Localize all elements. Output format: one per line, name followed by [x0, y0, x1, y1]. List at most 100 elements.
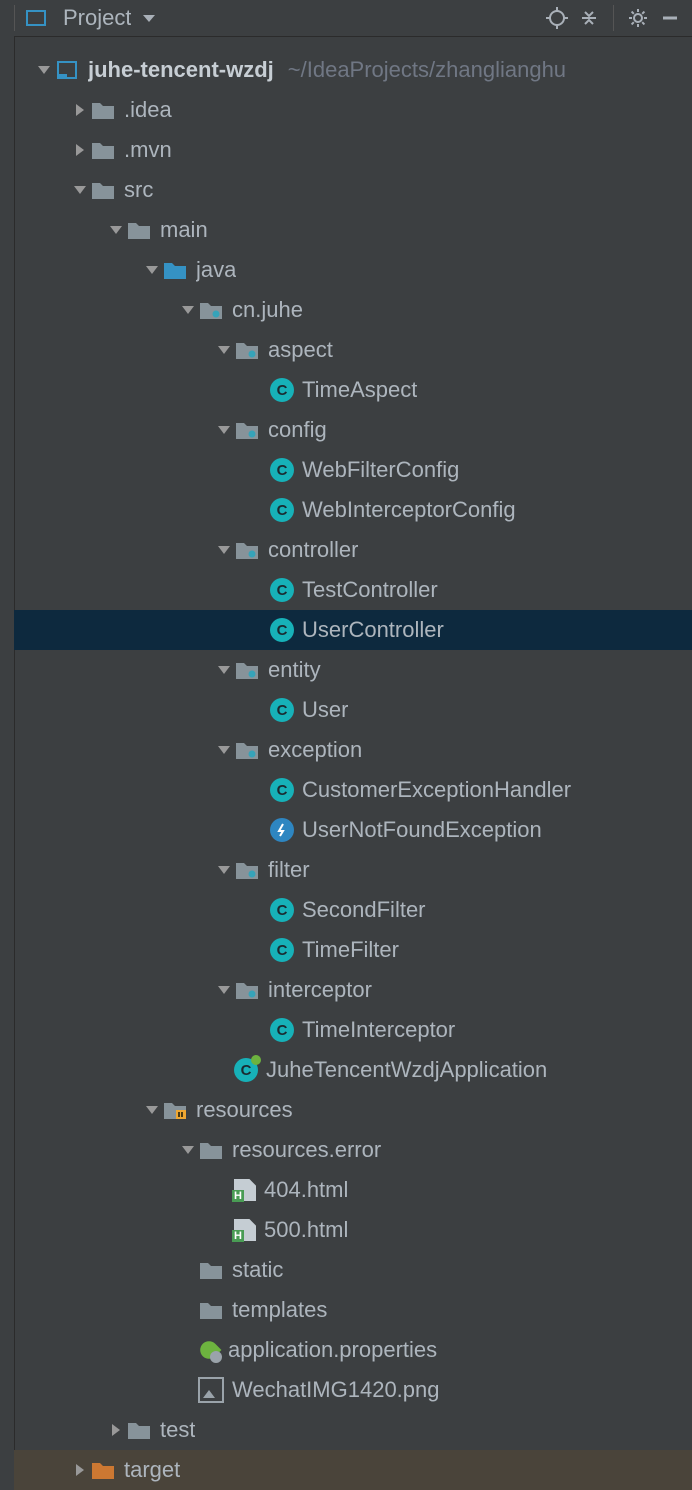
class-icon: C [270, 378, 294, 402]
tree-item-label: src [124, 177, 153, 203]
tree-item-label: main [160, 217, 208, 243]
expand-arrow-icon[interactable] [214, 986, 234, 994]
expand-arrow-icon[interactable] [142, 1106, 162, 1114]
folder-icon [198, 1137, 224, 1163]
expand-arrow-icon[interactable] [214, 746, 234, 754]
collapse-all-icon[interactable] [573, 2, 605, 34]
folder-icon [90, 177, 116, 203]
collapse-arrow-icon[interactable] [70, 1464, 90, 1476]
package-icon [234, 537, 260, 563]
expand-arrow-icon[interactable] [178, 1146, 198, 1154]
class-user[interactable]: CUser [14, 690, 692, 730]
collapse-arrow-icon[interactable] [70, 144, 90, 156]
class-usernotfoundexception[interactable]: UserNotFoundException [14, 810, 692, 850]
folder-resources-error[interactable]: resources.error [14, 1130, 692, 1170]
folder-icon [198, 1297, 224, 1323]
folder-idea[interactable]: .idea [14, 90, 692, 130]
class-icon: C [270, 498, 294, 522]
package-cnjuhe[interactable]: cn.juhe [14, 290, 692, 330]
folder-mvn[interactable]: .mvn [14, 130, 692, 170]
folder-resources[interactable]: resources [14, 1090, 692, 1130]
tree-item-label: resources [196, 1097, 293, 1123]
folder-java[interactable]: java [14, 250, 692, 290]
package-controller[interactable]: controller [14, 530, 692, 570]
tree-item-label: JuheTencentWzdjApplication [266, 1057, 547, 1083]
class-icon: C [270, 898, 294, 922]
file-image[interactable]: WechatIMG1420.png [14, 1370, 692, 1410]
expand-arrow-icon[interactable] [214, 426, 234, 434]
folder-icon [198, 1257, 224, 1283]
tree-item-label: TimeAspect [302, 377, 417, 403]
exception-icon [270, 818, 294, 842]
tree-item-label: cn.juhe [232, 297, 303, 323]
tree-item-label: interceptor [268, 977, 372, 1003]
package-config[interactable]: config [14, 410, 692, 450]
folder-target[interactable]: target [14, 1450, 692, 1490]
collapse-arrow-icon[interactable] [106, 1424, 126, 1436]
expand-arrow-icon[interactable] [178, 306, 198, 314]
class-timeaspect[interactable]: C TimeAspect [14, 370, 692, 410]
expand-arrow-icon[interactable] [214, 666, 234, 674]
class-customerexceptionhandler[interactable]: CCustomerExceptionHandler [14, 770, 692, 810]
class-secondfilter[interactable]: C SecondFilter [14, 890, 692, 930]
tree-item-label: java [196, 257, 236, 283]
file-500[interactable]: H500.html [14, 1210, 692, 1250]
class-application[interactable]: C JuheTencentWzdjApplication [14, 1050, 692, 1090]
package-filter[interactable]: filter [14, 850, 692, 890]
view-selector[interactable]: Project [23, 5, 155, 31]
tree-item-label: aspect [268, 337, 333, 363]
tree-item-label: TestController [302, 577, 438, 603]
folder-icon [90, 137, 116, 163]
tree-item-label: filter [268, 857, 310, 883]
class-timefilter[interactable]: C TimeFilter [14, 930, 692, 970]
module-icon [54, 57, 80, 83]
project-tree[interactable]: juhe-tencent-wzdj~/IdeaProjects/zhanglia… [14, 36, 692, 1490]
expand-arrow-icon[interactable] [106, 226, 126, 234]
collapse-arrow-icon[interactable] [70, 104, 90, 116]
package-icon [234, 337, 260, 363]
tree-item-label: .idea [124, 97, 172, 123]
spring-app-icon: C [234, 1058, 258, 1082]
expand-arrow-icon[interactable] [70, 186, 90, 194]
class-icon: C [270, 578, 294, 602]
package-interceptor[interactable]: interceptor [14, 970, 692, 1010]
folder-test[interactable]: test [14, 1410, 692, 1450]
class-testcontroller[interactable]: C TestController [14, 570, 692, 610]
tree-item-label: config [268, 417, 327, 443]
locate-icon[interactable] [541, 2, 573, 34]
expand-arrow-icon[interactable] [214, 866, 234, 874]
folder-static[interactable]: static [14, 1250, 692, 1290]
class-timeinterceptor[interactable]: CTimeInterceptor [14, 1010, 692, 1050]
folder-templates[interactable]: templates [14, 1290, 692, 1330]
project-root[interactable]: juhe-tencent-wzdj~/IdeaProjects/zhanglia… [14, 50, 692, 90]
folder-src[interactable]: src [14, 170, 692, 210]
tree-item-label: TimeFilter [302, 937, 399, 963]
tree-item-label: WechatIMG1420.png [232, 1377, 440, 1403]
tool-window-tab[interactable] [0, 36, 15, 1490]
package-icon [234, 977, 260, 1003]
tree-item-label: UserNotFoundException [302, 817, 542, 843]
gear-icon[interactable] [622, 2, 654, 34]
package-exception[interactable]: exception [14, 730, 692, 770]
class-webfilterconfig[interactable]: CWebFilterConfig [14, 450, 692, 490]
package-aspect[interactable]: aspect [14, 330, 692, 370]
folder-main[interactable]: main [14, 210, 692, 250]
tree-item-label: static [232, 1257, 283, 1283]
tree-item-label: juhe-tencent-wzdj [88, 57, 274, 83]
file-404[interactable]: H404.html [14, 1170, 692, 1210]
expand-arrow-icon[interactable] [214, 346, 234, 354]
dropdown-arrow-icon [143, 15, 155, 22]
class-webinterceptorconfig[interactable]: CWebInterceptorConfig [14, 490, 692, 530]
expand-arrow-icon[interactable] [142, 266, 162, 274]
tree-item-label: 500.html [264, 1217, 348, 1243]
package-entity[interactable]: entity [14, 650, 692, 690]
expand-arrow-icon[interactable] [34, 66, 54, 74]
class-usercontroller[interactable]: CUserController [14, 610, 692, 650]
hide-icon[interactable] [654, 2, 686, 34]
class-icon: C [270, 938, 294, 962]
file-properties[interactable]: application.properties [14, 1330, 692, 1370]
tree-item-label: SecondFilter [302, 897, 426, 923]
tree-item-label: WebFilterConfig [302, 457, 459, 483]
expand-arrow-icon[interactable] [214, 546, 234, 554]
properties-file-icon [198, 1339, 220, 1361]
